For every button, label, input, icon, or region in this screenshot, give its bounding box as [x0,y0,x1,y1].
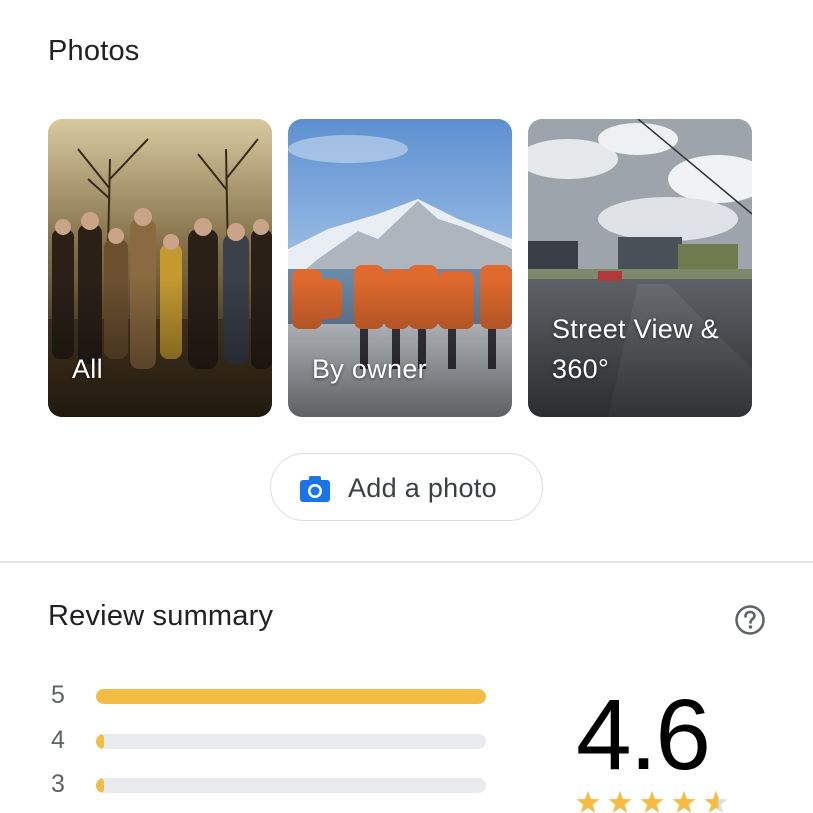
photo-card-by-owner[interactable]: By owner [288,119,512,417]
rating-bar-fill [96,689,486,704]
rating-bar-fill [96,778,104,793]
rating-bar-track [96,778,486,793]
photo-card-street-view[interactable]: Street View & 360° [528,119,752,417]
rating-bar-track [96,689,486,704]
star-icon-fill [672,791,696,813]
rating-bar-row-4: 4 [48,726,508,756]
review-summary-heading: Review summary [48,600,274,632]
rating-bar-label: 4 [51,726,65,754]
star-icon-fill [640,791,664,813]
rating-bar-label: 5 [51,681,65,709]
add-a-photo-button[interactable]: Add a photo [270,453,543,521]
add-photo-camera-icon [300,476,330,502]
photo-card-label: All [72,354,103,384]
rating-bar-row-5: 5 [48,681,508,711]
average-rating-value: 4.6 [576,679,711,791]
photo-card-label: By owner [312,354,427,384]
photo-card-all[interactable]: All [48,119,272,417]
place-details-panel: Photos All By owner Street View & 360° A… [0,0,813,813]
photo-card-label: Street View & 360° [552,314,719,384]
photos-heading: Photos [48,35,140,67]
star-rating [576,791,728,813]
star-icon-fill [608,791,632,813]
question-mark-circle-icon[interactable] [734,604,766,636]
rating-bar-row-3: 3 [48,770,508,800]
rating-bar-track [96,734,486,749]
add-a-photo-label: Add a photo [348,473,497,503]
rating-bar-label: 3 [51,770,65,798]
rating-bar-fill [96,734,104,749]
star-icon-fill [576,791,600,813]
section-divider [0,561,813,563]
